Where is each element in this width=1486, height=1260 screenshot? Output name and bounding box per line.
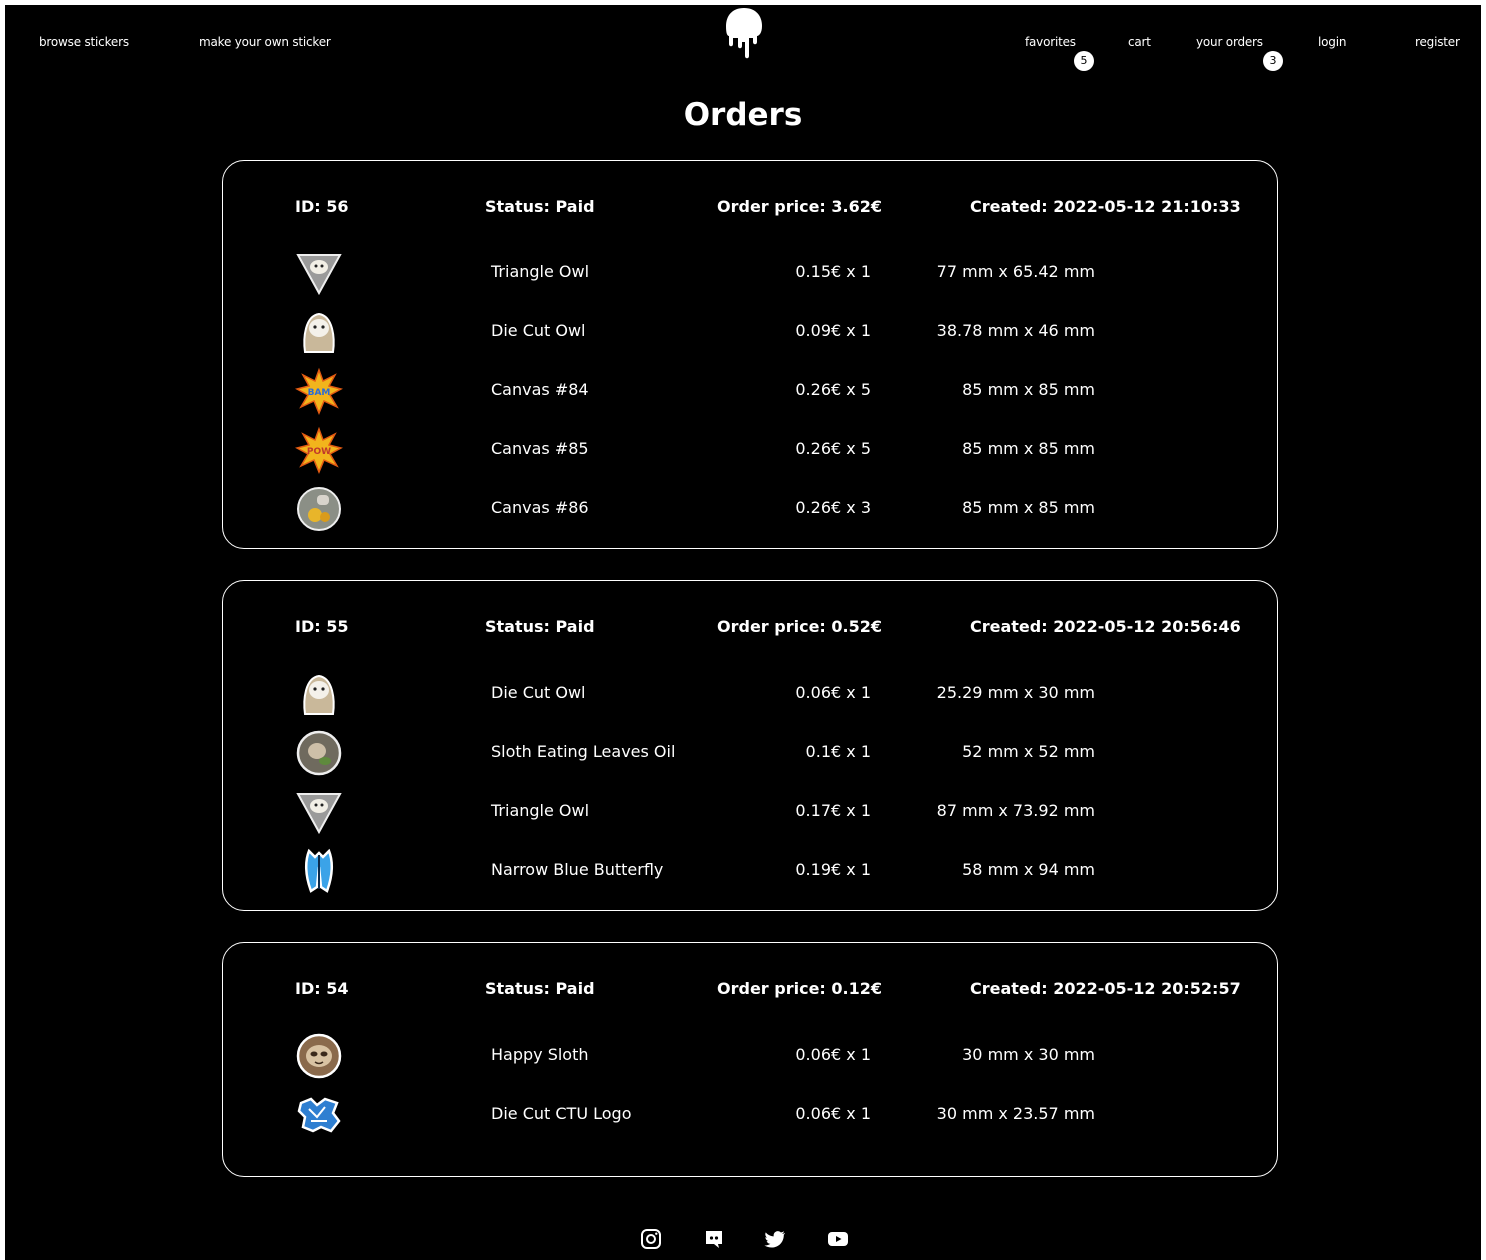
- item-name: Die Cut Owl: [491, 321, 586, 340]
- ctu-logo-thumbnail: [295, 1091, 343, 1139]
- nav-cart[interactable]: cart: [1128, 35, 1151, 49]
- svg-text:BAM: BAM: [308, 388, 331, 398]
- item-name: Narrow Blue Butterfly: [491, 860, 664, 879]
- item-size: 85 mm x 85 mm: [962, 498, 1095, 517]
- item-size: 38.78 mm x 46 mm: [936, 321, 1095, 340]
- order-item: Triangle Owl 0.15€ x 1 77 mm x 65.42 mm: [223, 249, 1277, 299]
- triangle-owl-thumbnail: [295, 249, 343, 297]
- order-item: Die Cut Owl 0.06€ x 1 25.29 mm x 30 mm: [223, 670, 1277, 720]
- nav-your-orders[interactable]: your orders: [1196, 35, 1263, 49]
- order-item: Canvas #86 0.26€ x 3 85 mm x 85 mm: [223, 485, 1277, 535]
- order-status: Status: Paid: [485, 979, 595, 998]
- youtube-icon[interactable]: [826, 1227, 850, 1251]
- item-name: Canvas #85: [491, 439, 589, 458]
- item-size: 25.29 mm x 30 mm: [936, 683, 1095, 702]
- canvas-circle-thumbnail: [295, 485, 343, 533]
- order-price: Order price: 0.12€: [717, 979, 882, 998]
- order-item: Sloth Eating Leaves Oil 0.1€ x 1 52 mm x…: [223, 729, 1277, 779]
- nav-browse-stickers[interactable]: browse stickers: [39, 35, 129, 49]
- item-name: Canvas #86: [491, 498, 589, 517]
- sloth-circle-thumbnail: [295, 729, 343, 777]
- item-price: 0.19€ x 1: [795, 860, 871, 879]
- order-item: Die Cut Owl 0.09€ x 1 38.78 mm x 46 mm: [223, 308, 1277, 358]
- die-cut-owl-thumbnail: [295, 308, 343, 356]
- svg-text:POW: POW: [307, 447, 331, 457]
- item-price: 0.15€ x 1: [795, 262, 871, 281]
- item-name: Triangle Owl: [491, 801, 590, 820]
- order-status: Status: Paid: [485, 617, 595, 636]
- item-price: 0.1€ x 1: [805, 742, 871, 761]
- item-size: 52 mm x 52 mm: [962, 742, 1095, 761]
- item-size: 30 mm x 23.57 mm: [936, 1104, 1095, 1123]
- item-size: 77 mm x 65.42 mm: [936, 262, 1095, 281]
- page-title: Orders: [683, 97, 803, 133]
- nav-favorites[interactable]: favorites: [1025, 35, 1076, 49]
- item-price: 0.06€ x 1: [795, 683, 871, 702]
- order-header: ID: 56 Status: Paid Order price: 3.62€ C…: [223, 197, 1277, 221]
- item-price: 0.09€ x 1: [795, 321, 871, 340]
- order-item: Narrow Blue Butterfly 0.19€ x 1 58 mm x …: [223, 847, 1277, 897]
- item-price: 0.06€ x 1: [795, 1104, 871, 1123]
- order-header: ID: 55 Status: Paid Order price: 0.52€ C…: [223, 617, 1277, 641]
- item-size: 85 mm x 85 mm: [962, 439, 1095, 458]
- item-name: Sloth Eating Leaves Oil: [491, 742, 676, 761]
- butterfly-thumbnail: [295, 847, 343, 895]
- nav-register[interactable]: register: [1415, 35, 1460, 49]
- order-card: ID: 54 Status: Paid Order price: 0.12€ C…: [222, 942, 1278, 1177]
- order-item: BAM Canvas #84 0.26€ x 5 85 mm x 85 mm: [223, 367, 1277, 417]
- item-name: Happy Sloth: [491, 1045, 589, 1064]
- instagram-icon[interactable]: [639, 1227, 663, 1251]
- logo-icon[interactable]: [722, 6, 766, 62]
- item-price: 0.26€ x 3: [795, 498, 871, 517]
- order-id: ID: 56: [295, 197, 349, 216]
- item-name: Triangle Owl: [491, 262, 590, 281]
- item-name: Die Cut CTU Logo: [491, 1104, 632, 1123]
- item-name: Canvas #84: [491, 380, 589, 399]
- item-name: Die Cut Owl: [491, 683, 586, 702]
- item-price: 0.17€ x 1: [795, 801, 871, 820]
- favorites-count-badge: 5: [1074, 51, 1094, 71]
- order-price: Order price: 0.52€: [717, 617, 882, 636]
- order-item: Happy Sloth 0.06€ x 1 30 mm x 30 mm: [223, 1032, 1277, 1082]
- order-item: Triangle Owl 0.17€ x 1 87 mm x 73.92 mm: [223, 788, 1277, 838]
- order-card: ID: 55 Status: Paid Order price: 0.52€ C…: [222, 580, 1278, 911]
- nav-login[interactable]: login: [1318, 35, 1346, 49]
- item-size: 85 mm x 85 mm: [962, 380, 1095, 399]
- canvas-burst-thumbnail: POW: [295, 426, 343, 474]
- happy-sloth-thumbnail: [295, 1032, 343, 1080]
- discord-icon[interactable]: [702, 1227, 726, 1251]
- canvas-burst-thumbnail: BAM: [295, 367, 343, 415]
- order-price: Order price: 3.62€: [717, 197, 882, 216]
- nav-make-sticker[interactable]: make your own sticker: [199, 35, 331, 49]
- item-size: 30 mm x 30 mm: [962, 1045, 1095, 1064]
- page: browse stickers make your own sticker fa…: [5, 5, 1481, 1260]
- order-created: Created: 2022-05-12 21:10:33: [970, 197, 1241, 216]
- order-status: Status: Paid: [485, 197, 595, 216]
- item-price: 0.26€ x 5: [795, 380, 871, 399]
- order-item: Die Cut CTU Logo 0.06€ x 1 30 mm x 23.57…: [223, 1091, 1277, 1141]
- order-item: POW Canvas #85 0.26€ x 5 85 mm x 85 mm: [223, 426, 1277, 476]
- order-header: ID: 54 Status: Paid Order price: 0.12€ C…: [223, 979, 1277, 1003]
- twitter-icon[interactable]: [763, 1227, 787, 1251]
- order-card: ID: 56 Status: Paid Order price: 3.62€ C…: [222, 160, 1278, 549]
- item-price: 0.06€ x 1: [795, 1045, 871, 1064]
- footer: [5, 1227, 1481, 1257]
- triangle-owl-thumbnail: [295, 788, 343, 836]
- item-size: 87 mm x 73.92 mm: [936, 801, 1095, 820]
- order-id: ID: 55: [295, 617, 349, 636]
- order-created: Created: 2022-05-12 20:56:46: [970, 617, 1241, 636]
- orders-count-badge: 3: [1263, 51, 1283, 71]
- order-id: ID: 54: [295, 979, 349, 998]
- order-created: Created: 2022-05-12 20:52:57: [970, 979, 1241, 998]
- die-cut-owl-thumbnail: [295, 670, 343, 718]
- item-price: 0.26€ x 5: [795, 439, 871, 458]
- item-size: 58 mm x 94 mm: [962, 860, 1095, 879]
